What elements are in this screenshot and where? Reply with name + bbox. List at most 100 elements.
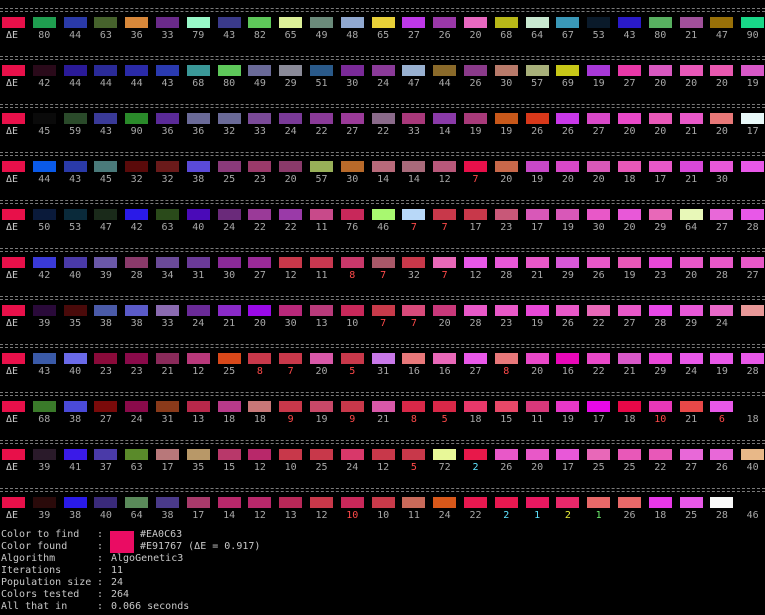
delta-value: 38 [130,318,143,329]
candidate-swatch [217,257,241,268]
candidate-swatch [433,209,457,220]
candidate-swatch [587,65,611,76]
delta-value: 10 [346,510,359,521]
candidate-swatch [679,17,703,28]
generation-row: ΔE 68 38 27 24 31 13 18 18 9 19 9 21 8 5 18 15 11 19 17 18 10… [0,392,765,432]
delta-value: 22 [284,222,297,233]
delta-value: 43 [38,366,51,377]
candidate-swatch [248,353,272,364]
candidate-swatch [402,65,426,76]
delta-value: 25 [315,462,328,473]
delta-value: 39 [38,510,51,521]
delta-value: 30 [223,270,236,281]
delta-value: 80 [38,30,51,41]
delta-value: 17 [746,126,759,137]
delta-value: 42 [38,78,51,89]
target-swatch [2,305,25,316]
candidate-swatch [310,353,333,364]
target-swatch [2,113,25,124]
delta-value: 12 [315,510,328,521]
candidate-swatch [556,449,580,460]
delta-value: 21 [161,366,174,377]
delta-value: 25 [592,462,605,473]
delta-value: 30 [346,174,359,185]
delta-value: 21 [531,270,544,281]
delta-value: 39 [38,462,51,473]
delta-header: ΔE [6,318,19,329]
target-swatch [2,65,25,76]
delta-value: 18 [746,414,759,425]
delta-value: 63 [161,222,174,233]
candidate-swatch [402,161,426,172]
candidate-swatch [340,209,364,220]
candidate-swatch [186,65,210,76]
delta-value: 31 [192,270,205,281]
delta-value: 18 [654,510,667,521]
candidate-swatch [741,17,765,28]
delta-value: 24 [715,318,728,329]
candidate-swatch [741,449,765,460]
candidate-swatch [464,17,487,28]
delta-value: 22 [592,366,605,377]
delta-value: 43 [161,78,174,89]
candidate-swatch [279,17,303,28]
candidate-swatch [310,161,333,172]
candidate-swatch [340,449,364,460]
candidate-swatch [217,497,241,508]
delta-value: 23 [654,270,667,281]
delta-value: 27 [99,414,112,425]
delta-value: 8 [256,366,263,377]
delta-value: 36 [192,126,205,137]
candidate-swatch [648,497,672,508]
candidate-swatch [156,449,179,460]
delta-value: 21 [623,366,636,377]
delta-value: 28 [469,318,482,329]
delta-value: 7 [380,318,387,329]
delta-value: 45 [99,174,112,185]
candidate-swatch [402,17,426,28]
delta-value: 30 [284,318,297,329]
candidate-swatch [310,305,333,316]
candidate-swatch [186,449,210,460]
candidate-swatch [741,113,765,124]
delta-value: 36 [161,126,174,137]
delta-value: 47 [715,30,728,41]
delta-value: 20 [715,78,728,89]
candidate-swatch [248,161,272,172]
delta-value: 26 [531,126,544,137]
candidate-swatch [433,17,457,28]
delta-header: ΔE [6,414,19,425]
candidate-swatch [710,113,734,124]
delta-value: 43 [223,30,236,41]
candidate-swatch [464,257,487,268]
candidate-swatch [618,353,641,364]
candidate-swatch [32,401,56,412]
generation-row: ΔE 39 41 37 63 17 35 15 12 10 25 24 12 5 72 2 26 20 17 25 25… [0,440,765,480]
delta-value: 8 [503,366,510,377]
candidate-swatch [186,113,210,124]
delta-value: 25 [223,174,236,185]
candidate-swatch [371,65,395,76]
separator-rule [0,392,765,396]
candidate-swatch [464,209,487,220]
delta-value: 20 [469,30,482,41]
delta-value: 28 [746,366,759,377]
candidate-swatch [186,401,210,412]
candidate-swatch [402,209,426,220]
delta-header: ΔE [6,174,19,185]
delta-value: 20 [623,222,636,233]
delta-value: 80 [654,30,667,41]
delta-value: 42 [130,222,143,233]
candidate-swatch [32,497,56,508]
candidate-swatch [125,209,149,220]
candidate-swatch [125,65,149,76]
candidate-swatch [125,17,149,28]
colon: : [97,529,104,540]
delta-value: 26 [715,462,728,473]
delta-value: 29 [685,318,698,329]
delta-value: 20 [685,78,698,89]
delta-value: 68 [500,30,513,41]
delta-value: 20 [654,126,667,137]
delta-value: 7 [287,366,294,377]
candidate-swatch [494,161,518,172]
